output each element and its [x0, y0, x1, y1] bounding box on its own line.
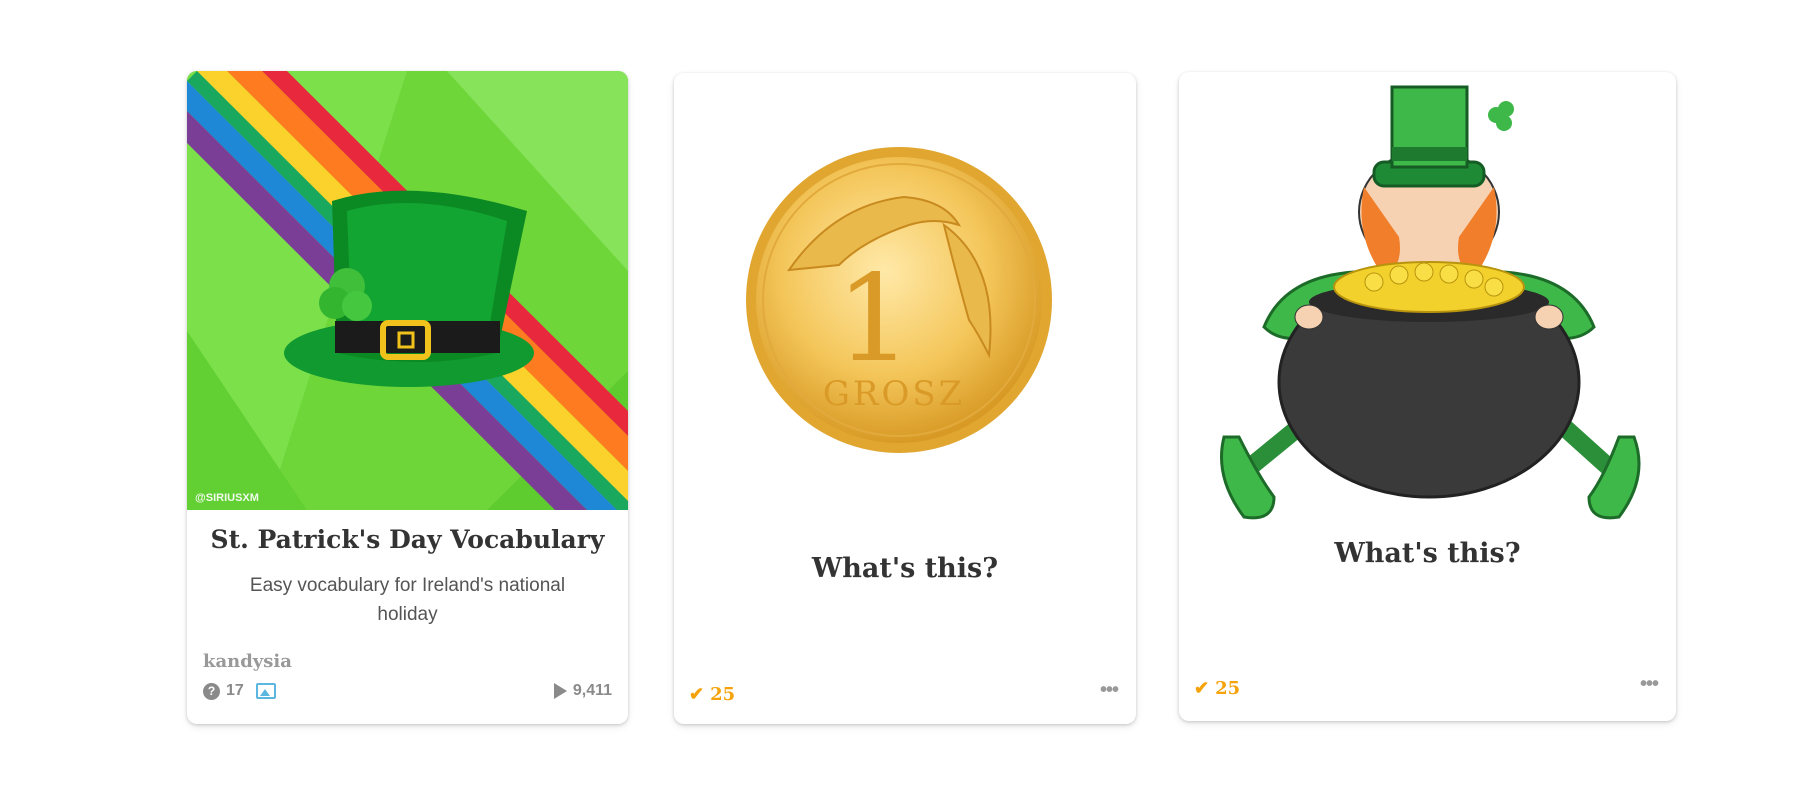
coin-word: GROSZ: [823, 374, 966, 414]
question-prompt: What's this?: [1334, 538, 1521, 569]
more-options-button[interactable]: •••: [1640, 673, 1659, 696]
points-value: 25: [1215, 678, 1241, 699]
leprechaun-pot-of-gold-image: [1220, 85, 1641, 520]
play-icon: [553, 683, 567, 699]
question-card[interactable]: 1 GROSZ What's this? ✔ 25 •••: [674, 73, 1136, 724]
gold-coin-image: 1 GROSZ: [746, 147, 1052, 453]
check-icon: ✔: [689, 684, 705, 705]
points-value: 25: [710, 684, 736, 705]
question-card[interactable]: What's this? ✔ 25 •••: [1179, 72, 1676, 721]
plays-stat: 9,411: [553, 682, 612, 700]
coin-number: 1: [836, 250, 912, 389]
points-badge: ✔ 25: [689, 684, 735, 705]
deck-author[interactable]: kandysia: [203, 651, 292, 672]
more-options-button[interactable]: •••: [1100, 679, 1119, 702]
question-count-icon: ?: [203, 682, 220, 700]
check-icon: ✔: [1194, 678, 1210, 699]
deck-title[interactable]: St. Patrick's Day Vocabulary: [187, 525, 628, 554]
question-count: 17: [226, 682, 244, 699]
image-icon: [255, 683, 276, 699]
cover-watermark: @SIRIUSXM: [195, 492, 259, 504]
deck-stats: ? 17: [203, 682, 276, 700]
deck-description: Easy vocabulary for Ireland's national h…: [249, 575, 566, 625]
points-badge: ✔ 25: [1194, 678, 1240, 699]
play-count: 9,411: [572, 682, 612, 699]
deck-cover-image: @SIRIUSXM: [187, 71, 628, 510]
question-prompt: What's this?: [811, 553, 999, 584]
deck-card[interactable]: @SIRIUSXM St. Patrick's Day Vocabulary E…: [187, 71, 628, 724]
